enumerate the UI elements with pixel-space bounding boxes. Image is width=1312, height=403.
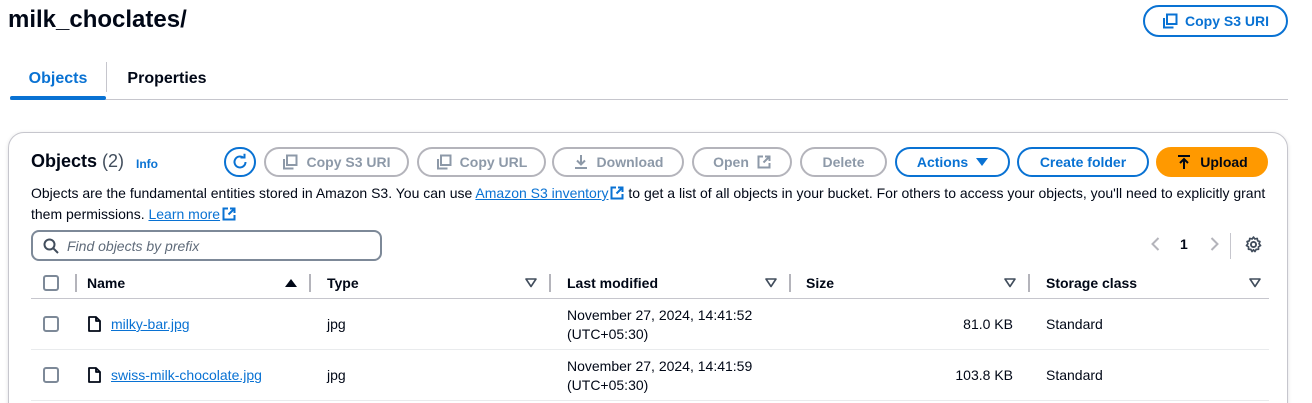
objects-count: (2) — [102, 151, 125, 171]
external-link-icon — [610, 186, 624, 200]
objects-panel: Objects (2) Info Copy S3 URI Copy URL Do… — [8, 132, 1288, 403]
column-divider — [75, 274, 77, 292]
chevron-left-icon[interactable] — [1149, 236, 1163, 252]
page-number[interactable]: 1 — [1180, 236, 1188, 252]
last-modified: November 27, 2024, 14:41:59 (UTC+05:30) — [567, 357, 752, 395]
upload-icon — [1178, 155, 1191, 169]
sort-icon[interactable] — [765, 278, 777, 288]
objects-title-text: Objects — [31, 151, 98, 171]
last-modified-timezone: (UTC+05:30) — [567, 377, 649, 393]
file-name-link[interactable]: swiss-milk-chocolate.jpg — [111, 367, 262, 383]
actions-label: Actions — [916, 154, 969, 170]
row-checkbox[interactable] — [43, 367, 59, 383]
copy-icon — [283, 154, 298, 170]
file-name-link[interactable]: milky-bar.jpg — [111, 316, 190, 332]
last-modified: November 27, 2024, 14:41:52 (UTC+05:30) — [567, 306, 752, 344]
file-size: 81.0 KB — [963, 316, 1013, 332]
chevron-right-icon[interactable] — [1207, 236, 1221, 252]
file-type: jpg — [327, 316, 346, 332]
column-header-name[interactable]: Name — [87, 266, 125, 299]
storage-class: Standard — [1046, 316, 1103, 332]
file-size: 103.8 KB — [955, 367, 1013, 383]
file-icon — [88, 316, 101, 332]
sort-icon[interactable] — [1004, 278, 1016, 288]
tab-divider — [106, 62, 107, 92]
gear-icon[interactable] — [1245, 236, 1262, 253]
column-divider — [549, 274, 551, 292]
open-label: Open — [713, 154, 749, 170]
sort-icon[interactable] — [525, 278, 537, 288]
search-icon — [43, 238, 59, 254]
delete-button[interactable]: Delete — [800, 147, 887, 177]
copy-s3-uri-panel-button[interactable]: Copy S3 URI — [264, 147, 409, 177]
copy-url-button[interactable]: Copy URL — [417, 147, 546, 177]
s3-inventory-link[interactable]: Amazon S3 inventory — [475, 185, 608, 201]
last-modified-timezone: (UTC+05:30) — [567, 326, 649, 342]
copy-s3-uri-panel-label: Copy S3 URI — [306, 154, 391, 170]
search-input[interactable] — [67, 237, 357, 254]
refresh-icon — [233, 153, 247, 169]
external-link-icon — [757, 155, 771, 169]
copy-s3-uri-label: Copy S3 URI — [1184, 13, 1269, 29]
file-icon — [88, 367, 101, 383]
page-title: milk_choclates/ — [8, 6, 187, 33]
learn-more-link[interactable]: Learn more — [148, 206, 220, 222]
table-row[interactable]: swiss-milk-chocolate.jpg jpg November 27… — [31, 350, 1269, 401]
column-divider — [1028, 274, 1030, 292]
download-icon — [574, 155, 587, 169]
create-folder-label: Create folder — [1039, 154, 1127, 170]
pagination-divider — [1230, 233, 1231, 259]
table-row[interactable]: milky-bar.jpg jpg November 27, 2024, 14:… — [31, 299, 1269, 350]
open-button[interactable]: Open — [692, 147, 792, 177]
objects-description: Objects are the fundamental entities sto… — [31, 183, 1271, 225]
objects-panel-title: Objects (2) — [31, 151, 124, 172]
sort-icon[interactable] — [1249, 278, 1261, 288]
create-folder-button[interactable]: Create folder — [1017, 147, 1149, 177]
copy-icon — [436, 154, 452, 170]
column-divider — [309, 274, 311, 292]
upload-button[interactable]: Upload — [1156, 147, 1268, 177]
select-all-checkbox[interactable] — [43, 275, 59, 291]
column-header-type[interactable]: Type — [327, 266, 359, 299]
last-modified-date: November 27, 2024, 14:41:52 — [567, 307, 753, 323]
tab-objects[interactable]: Objects — [10, 58, 106, 100]
learn-more-text: Learn more — [148, 206, 221, 222]
download-label: Download — [596, 154, 664, 170]
caret-down-icon — [976, 158, 989, 166]
storage-class: Standard — [1046, 367, 1103, 383]
delete-label: Delete — [822, 154, 865, 170]
upload-label: Upload — [1200, 154, 1248, 170]
column-header-storage-class[interactable]: Storage class — [1046, 266, 1137, 299]
column-header-last-modified[interactable]: Last modified — [567, 266, 658, 299]
search-box — [31, 230, 382, 261]
tab-properties[interactable]: Properties — [108, 58, 226, 99]
sort-ascending-icon[interactable] — [285, 278, 297, 288]
copy-s3-uri-button[interactable]: Copy S3 URI — [1143, 5, 1288, 37]
external-link-icon — [222, 207, 236, 221]
objects-table: Name Type Last modified Size Storage cla… — [31, 266, 1269, 401]
info-link[interactable]: Info — [136, 157, 158, 171]
s3-inventory-link-text: Amazon S3 inventory — [475, 185, 609, 201]
file-type: jpg — [327, 367, 346, 383]
refresh-button[interactable] — [224, 147, 256, 177]
download-button[interactable]: Download — [552, 147, 684, 177]
last-modified-date: November 27, 2024, 14:41:59 — [567, 358, 753, 374]
file-name: milky-bar.jpg — [111, 316, 190, 332]
tab-bar: Objects Properties — [10, 58, 1288, 100]
description-text-1: Objects are the fundamental entities sto… — [31, 185, 476, 201]
column-header-size[interactable]: Size — [806, 266, 834, 299]
row-checkbox[interactable] — [43, 316, 59, 332]
file-name: swiss-milk-chocolate.jpg — [111, 367, 262, 383]
column-divider — [789, 274, 791, 292]
copy-url-label: Copy URL — [459, 154, 528, 170]
table-header: Name Type Last modified Size Storage cla… — [31, 266, 1269, 299]
copy-icon — [1162, 13, 1178, 29]
actions-dropdown-button[interactable]: Actions — [895, 147, 1010, 177]
